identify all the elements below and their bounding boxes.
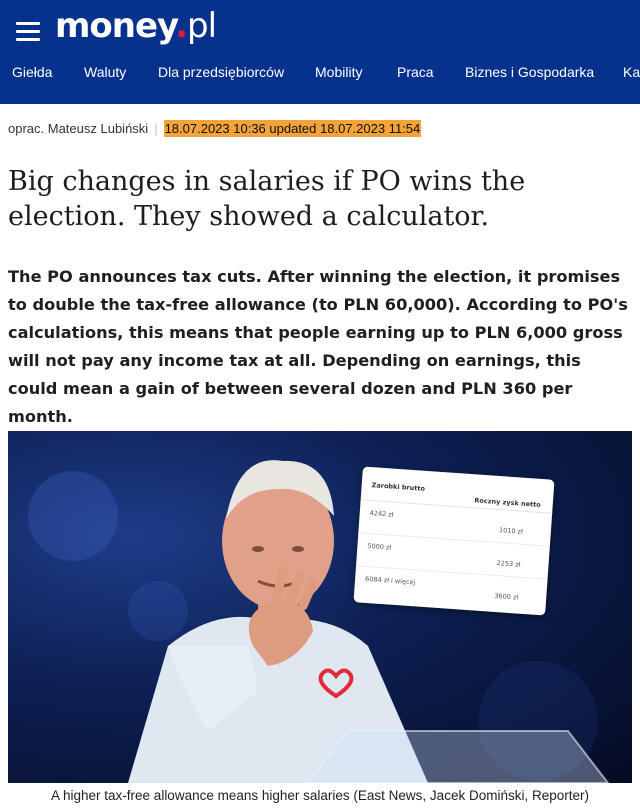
byline: oprac. Mateusz Lubiński | 18.07.2023 10:36… bbox=[8, 120, 422, 137]
nav-item-praca[interactable]: Praca bbox=[397, 64, 434, 80]
nav-item-gielda[interactable]: Giełda bbox=[12, 64, 52, 80]
nav-item-biznes-i-gospodarka[interactable]: Biznes i Gospodarka bbox=[465, 64, 594, 80]
site-logo[interactable]: money.pl bbox=[55, 6, 217, 46]
author[interactable]: oprac. Mateusz Lubiński bbox=[8, 121, 148, 136]
nav-item-mobility[interactable]: Mobility bbox=[315, 64, 362, 80]
table-header-salary: Zarobki brutto bbox=[371, 481, 426, 493]
page-title: Big changes in salaries if PO wins the e… bbox=[8, 166, 526, 232]
nav-item-dla-przedsiebiorcow[interactable]: Dla przedsiębiorców bbox=[158, 64, 284, 80]
calculator-table: Zarobki brutto Roczny zysk netto 4242 zł… bbox=[353, 466, 555, 616]
byline-separator: | bbox=[154, 121, 158, 136]
publish-dates: 18.07.2023 10:36 updated 18.07.2023 11:5… bbox=[163, 120, 422, 137]
nav-item-waluty[interactable]: Waluty bbox=[84, 64, 126, 80]
main-nav: Giełda Waluty Dla przedsiębiorców Mobili… bbox=[0, 60, 640, 88]
table-header-gain: Roczny zysk netto bbox=[474, 496, 542, 509]
article-image: Zarobki brutto Roczny zysk netto 4242 zł… bbox=[8, 431, 632, 783]
image-caption: A higher tax-free allowance means higher… bbox=[51, 788, 589, 803]
menu-icon[interactable] bbox=[16, 22, 40, 41]
article-lead: The PO announces tax cuts. After winning… bbox=[8, 267, 628, 426]
site-header: money.pl Giełda Waluty Dla przedsiębiorc… bbox=[0, 0, 640, 104]
nav-item-truncated[interactable]: Ka bbox=[623, 64, 640, 80]
